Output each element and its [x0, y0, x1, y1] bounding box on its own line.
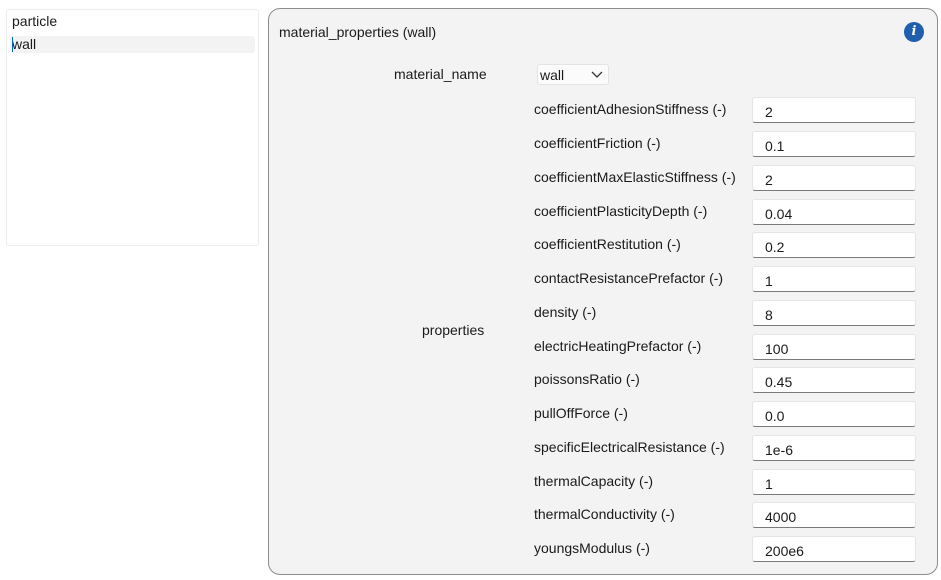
property-label: poissonsRatio (-)	[534, 371, 640, 387]
property-input[interactable]	[752, 469, 916, 495]
property-label: coefficientFriction (-)	[534, 135, 661, 151]
property-label: coefficientMaxElasticStiffness (-)	[534, 169, 736, 185]
property-row: contactResistancePrefactor (-)	[534, 266, 924, 292]
material-list: particle wall	[6, 9, 259, 246]
property-label: youngsModulus (-)	[534, 540, 650, 556]
list-item-particle[interactable]: particle	[10, 13, 255, 30]
property-label: pullOffForce (-)	[534, 405, 628, 421]
property-input[interactable]	[752, 536, 916, 562]
material-properties-panel: material_properties (wall) i material_na…	[268, 8, 938, 575]
property-input[interactable]	[752, 401, 916, 427]
property-input[interactable]	[752, 334, 916, 360]
property-input[interactable]	[752, 435, 916, 461]
property-input[interactable]	[752, 367, 916, 393]
property-label: coefficientPlasticityDepth (-)	[534, 203, 708, 219]
property-row: density (-)	[534, 300, 924, 326]
property-label: coefficientRestitution (-)	[534, 236, 681, 252]
property-input[interactable]	[752, 502, 916, 528]
properties-label: properties	[422, 322, 485, 338]
property-input[interactable]	[752, 165, 916, 191]
property-row: coefficientAdhesionStiffness (-)	[534, 97, 924, 123]
property-row: coefficientFriction (-)	[534, 131, 924, 157]
panel-title: material_properties (wall)	[279, 24, 437, 40]
property-label: thermalCapacity (-)	[534, 473, 654, 489]
text-caret	[12, 37, 13, 52]
property-row: thermalCapacity (-)	[534, 469, 924, 495]
property-label: density (-)	[534, 304, 597, 320]
property-input[interactable]	[752, 266, 916, 292]
property-label: electricHeatingPrefactor (-)	[534, 338, 702, 354]
property-row: thermalConductivity (-)	[534, 502, 924, 528]
property-row: youngsModulus (-)	[534, 536, 924, 562]
property-input[interactable]	[752, 232, 916, 258]
property-input[interactable]	[752, 199, 916, 225]
material-name-value: wall	[540, 67, 565, 83]
property-row: pullOffForce (-)	[534, 401, 924, 427]
list-item-label: particle	[12, 13, 58, 29]
property-input[interactable]	[752, 97, 916, 123]
property-label: thermalConductivity (-)	[534, 506, 675, 522]
property-input[interactable]	[752, 131, 916, 157]
property-label: contactResistancePrefactor (-)	[534, 270, 724, 286]
property-row: poissonsRatio (-)	[534, 367, 924, 393]
info-icon[interactable]: i	[904, 22, 924, 42]
property-row: specificElectricalResistance (-)	[534, 435, 924, 461]
property-row: coefficientPlasticityDepth (-)	[534, 199, 924, 225]
material-name-label: material_name	[394, 66, 487, 82]
property-label: coefficientAdhesionStiffness (-)	[534, 101, 727, 117]
list-item-wall[interactable]: wall	[10, 36, 255, 53]
property-input[interactable]	[752, 300, 916, 326]
property-row: electricHeatingPrefactor (-)	[534, 334, 924, 360]
property-row: coefficientRestitution (-)	[534, 232, 924, 258]
list-item-label: wall	[12, 36, 37, 52]
property-row: coefficientMaxElasticStiffness (-)	[534, 165, 924, 191]
chevron-down-icon	[591, 71, 603, 78]
material-name-select[interactable]: wall	[537, 64, 609, 85]
property-label: specificElectricalResistance (-)	[534, 439, 725, 455]
